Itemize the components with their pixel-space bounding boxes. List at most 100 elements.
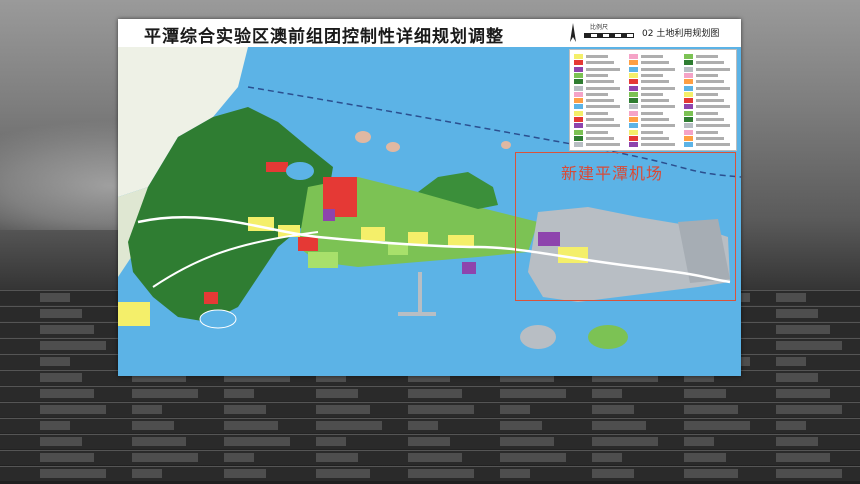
board-cell	[40, 437, 82, 446]
board-cell	[776, 421, 806, 430]
legend-swatch	[684, 123, 693, 129]
legend-text	[696, 143, 730, 147]
legend-swatch	[629, 98, 638, 104]
legend-text	[586, 118, 614, 121]
board-cell	[224, 405, 266, 414]
legend-swatch	[629, 54, 638, 59]
legend-text	[696, 99, 724, 103]
board-cell	[776, 341, 842, 350]
legend-swatch	[574, 129, 583, 135]
board-cell	[40, 293, 70, 302]
legend-text	[696, 55, 718, 58]
map-title-bar: 平潭综合实验区澳前组团控制性详细规划调整 比例尺 02 土地利用规划图	[118, 19, 741, 48]
board-cell	[40, 469, 106, 478]
board-cell	[776, 437, 818, 446]
legend-text	[641, 67, 675, 71]
legend-swatch	[684, 104, 693, 110]
board-cell	[500, 453, 566, 462]
legend-swatch	[574, 117, 583, 122]
legend-swatch	[629, 142, 638, 148]
legend-swatch	[684, 60, 693, 66]
legend-text	[641, 55, 663, 58]
legend-swatch	[629, 129, 638, 135]
north-arrow-icon	[570, 23, 576, 42]
islet	[386, 142, 400, 152]
board-cell	[132, 405, 162, 414]
board-cell	[224, 389, 254, 398]
board-cell	[592, 469, 634, 478]
legend-swatch	[684, 129, 693, 135]
airport-label: 新建平潭机场	[561, 164, 664, 183]
legend-text	[641, 92, 663, 96]
board-cell	[224, 453, 254, 462]
legend-text	[586, 80, 614, 84]
commercial-block	[298, 237, 318, 251]
islet	[355, 131, 371, 143]
board-cell	[408, 389, 462, 398]
legend-swatch	[684, 66, 693, 72]
board-cell	[40, 309, 82, 318]
park-block	[308, 252, 338, 268]
legend-swatch	[684, 72, 693, 78]
board-cell	[132, 437, 186, 446]
map-title: 平潭综合实验区澳前组团控制性详细规划调整	[144, 27, 504, 47]
public-block	[462, 262, 476, 274]
board-cell	[776, 405, 842, 414]
pond	[286, 162, 314, 180]
legend-text	[696, 86, 730, 90]
board-cell	[500, 389, 566, 398]
board-cell	[776, 309, 818, 318]
legend-text	[696, 61, 724, 65]
board-cell	[592, 453, 622, 462]
islet	[501, 141, 511, 149]
legend-swatch	[574, 110, 583, 116]
board-cell	[224, 421, 278, 430]
board-cell	[132, 389, 198, 398]
residential-block	[118, 302, 150, 326]
board-cell	[316, 453, 358, 462]
board-cell	[684, 469, 738, 478]
board-cell	[40, 453, 94, 462]
board-cell	[776, 325, 830, 334]
sheet-title: 02 土地利用规划图	[642, 29, 720, 39]
legend-swatch	[574, 91, 583, 97]
legend-text	[696, 80, 724, 84]
legend-text	[586, 130, 608, 134]
legend-text	[641, 73, 663, 77]
legend-text	[586, 105, 620, 109]
commercial-block	[204, 292, 218, 304]
legend-text	[641, 99, 669, 103]
legend-text	[696, 105, 730, 109]
board-cell	[684, 437, 714, 446]
legend-text	[586, 73, 608, 77]
legend-text	[586, 61, 614, 65]
board-cell	[500, 469, 530, 478]
board-cell	[684, 405, 738, 414]
board-cell	[592, 421, 646, 430]
board-cell	[684, 421, 750, 430]
board-cell	[776, 469, 842, 478]
legend-text	[641, 118, 669, 121]
board-cell	[408, 437, 450, 446]
legend-swatch	[574, 135, 583, 141]
legend-text	[586, 143, 620, 147]
board-cell	[776, 389, 830, 398]
legend-swatch	[684, 85, 693, 91]
legend-swatch	[574, 60, 583, 66]
residential-block	[408, 232, 428, 244]
legend-swatch	[629, 104, 638, 110]
board-cell	[408, 421, 438, 430]
board-cell	[684, 389, 726, 398]
board-row	[0, 418, 860, 433]
board-cell	[592, 405, 634, 414]
planning-map: 平潭综合实验区澳前组团控制性详细规划调整 比例尺 02 土地利用规划图 新建平潭…	[118, 19, 741, 376]
legend-swatch	[574, 142, 583, 148]
lagoon	[199, 309, 237, 329]
scale-label: 比例尺	[590, 24, 609, 31]
legend-text	[586, 111, 608, 115]
legend-text	[696, 111, 718, 115]
legend-text	[641, 86, 675, 90]
board-row	[0, 434, 860, 449]
legend-swatch	[684, 142, 693, 148]
legend-swatch	[629, 117, 638, 122]
